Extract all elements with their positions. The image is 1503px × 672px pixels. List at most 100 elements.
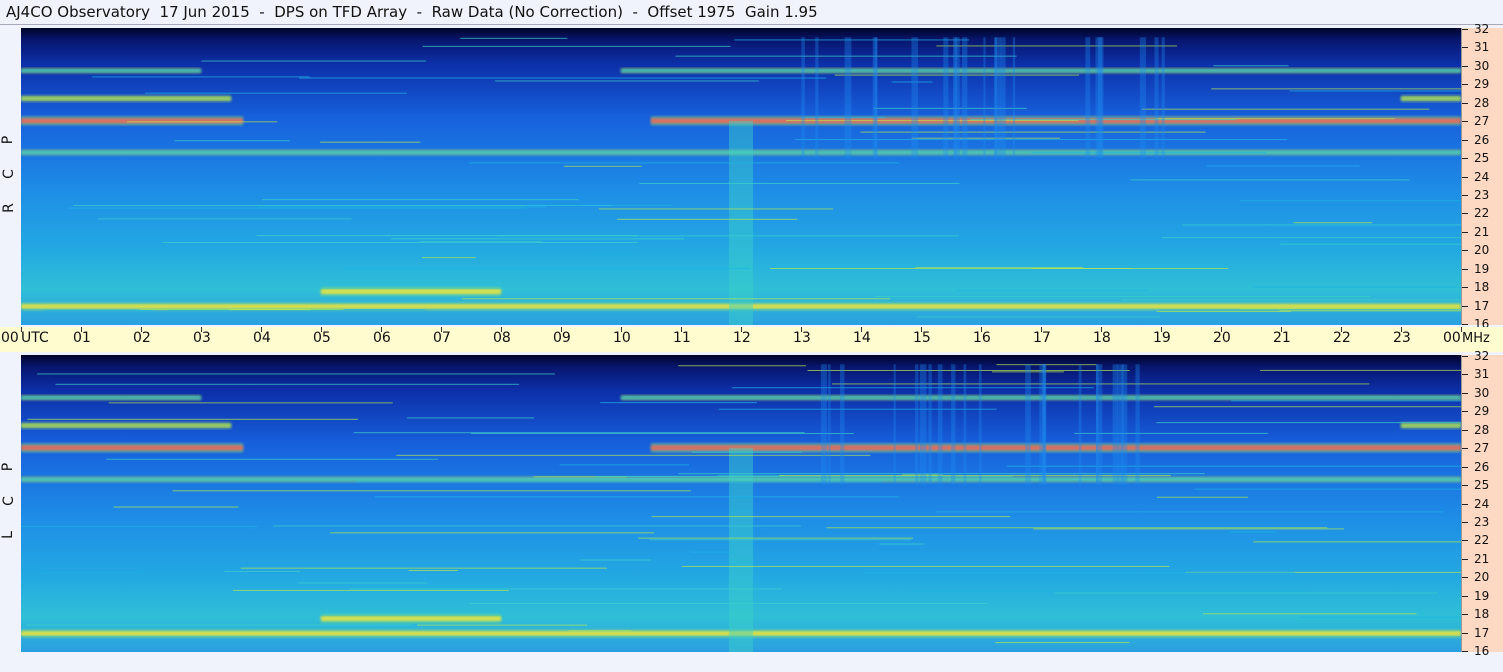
lcp-freq-tick bbox=[1462, 485, 1468, 487]
time-label: 01 bbox=[73, 330, 91, 346]
rcp-vertical-streak bbox=[1097, 37, 1104, 158]
lcp-rfi-line bbox=[330, 532, 655, 534]
rcp-rfi-line bbox=[1289, 90, 1461, 92]
rcp-vertical-streak bbox=[1085, 37, 1091, 158]
lcp-vertical-streak bbox=[919, 364, 927, 485]
rcp-vertical-streak bbox=[1000, 37, 1006, 158]
lcp-rfi-line bbox=[21, 525, 258, 527]
lcp-vertical-streak bbox=[928, 364, 932, 485]
rcp-vertical-streak bbox=[943, 37, 949, 158]
time-label: 23 bbox=[1393, 330, 1411, 346]
lcp-freq-tick bbox=[1462, 558, 1468, 560]
rcp-rfi-line bbox=[598, 208, 834, 210]
time-label: 19 bbox=[1153, 330, 1171, 346]
rcp-rfi-line bbox=[257, 206, 547, 208]
rcp-freq-tick bbox=[1462, 324, 1468, 325]
lcp-band-1-0 bbox=[21, 423, 231, 428]
lcp-rfi-line bbox=[1033, 528, 1344, 530]
lcp-rfi-line bbox=[690, 551, 735, 553]
lcp-freq-label: 27 bbox=[1474, 441, 1490, 456]
lcp-vertical-streak bbox=[1117, 364, 1124, 485]
time-label: 04 bbox=[253, 330, 271, 346]
lcp-rfi-line bbox=[350, 588, 782, 590]
lcp-freq-tick bbox=[1462, 521, 1468, 523]
lcp-side-label: P C L bbox=[0, 355, 20, 652]
time-label: 14 bbox=[853, 330, 871, 346]
rcp-vertical-stripe-6 bbox=[729, 120, 753, 325]
lcp-vertical-streak bbox=[1078, 364, 1082, 485]
lcp-rfi-line bbox=[861, 572, 1295, 574]
rcp-letter-p: P bbox=[0, 135, 17, 145]
rcp-rfi-line bbox=[639, 182, 960, 184]
rcp-vertical-streak bbox=[965, 37, 968, 158]
rcp-rfi-line bbox=[589, 253, 637, 255]
lcp-freq-label: 20 bbox=[1474, 570, 1490, 585]
rcp-rfi-line bbox=[1130, 179, 1410, 181]
lcp-rfi-line bbox=[374, 496, 899, 498]
lcp-rfi-line bbox=[691, 451, 803, 453]
rcp-freq-label: 23 bbox=[1474, 187, 1490, 202]
rcp-rfi-line bbox=[162, 241, 638, 243]
title-divider bbox=[0, 24, 1503, 25]
rcp-rfi-line bbox=[1279, 310, 1461, 312]
rcp-side-label: R C P bbox=[0, 28, 20, 325]
time-axis: 00 01 02 03 04 05 06 07 08 09 10 11 12 13 14 15 16 17 18 19… bbox=[1, 327, 1462, 352]
rcp-rfi-line bbox=[139, 308, 344, 310]
lcp-freq-label: 17 bbox=[1474, 625, 1490, 640]
time-label: 02 bbox=[133, 330, 151, 346]
time-label: 18 bbox=[1093, 330, 1111, 346]
lcp-vertical-streak bbox=[1135, 364, 1140, 485]
time-label: 20 bbox=[1213, 330, 1231, 346]
time-label: 00 bbox=[1, 330, 19, 346]
lcp-vertical-streak bbox=[1025, 364, 1031, 485]
time-label: 17 bbox=[1033, 330, 1051, 346]
lcp-rfi-line bbox=[1006, 465, 1461, 467]
rcp-rfi-line bbox=[1239, 308, 1461, 310]
rcp-vertical-streak bbox=[801, 37, 805, 158]
lcp-rfi-line bbox=[417, 624, 588, 626]
rcp-freq-label: 26 bbox=[1474, 132, 1490, 147]
rcp-rfi-line bbox=[957, 289, 1149, 291]
lcp-rfi-line bbox=[1074, 432, 1268, 434]
lcp-rfi-line bbox=[40, 571, 142, 573]
lcp-freq-tick bbox=[1462, 429, 1468, 431]
rcp-rfi-line bbox=[564, 165, 642, 167]
lcp-freq-label: 16 bbox=[1474, 644, 1490, 658]
lcp-rfi-line bbox=[1153, 406, 1461, 408]
rcp-freq-tick bbox=[1462, 84, 1468, 86]
rcp-rfi-line bbox=[1154, 118, 1395, 120]
time-label: 00 bbox=[1443, 330, 1461, 346]
rcp-rfi-line bbox=[144, 92, 407, 94]
rcp-rfi-line bbox=[1206, 165, 1360, 167]
lcp-rfi-line bbox=[649, 539, 912, 541]
lcp-band-0-1 bbox=[651, 445, 1461, 451]
lcp-freq-tick bbox=[1462, 595, 1468, 597]
rcp-freq-label: 17 bbox=[1474, 298, 1490, 313]
rcp-freq-tick bbox=[1462, 47, 1468, 49]
lcp-rfi-line bbox=[106, 458, 438, 460]
lcp-rfi-line bbox=[909, 591, 1308, 593]
lcp-rfi-line bbox=[355, 481, 883, 483]
lcp-vertical-streak bbox=[1096, 364, 1099, 485]
lcp-rfi-line bbox=[651, 516, 1011, 518]
lcp-letter-l: L bbox=[0, 531, 16, 539]
lcp-rfi-line bbox=[935, 511, 1444, 513]
rcp-band-0-0 bbox=[21, 118, 243, 124]
rcp-rfi-line bbox=[320, 141, 421, 143]
lcp-band-1-1 bbox=[1401, 423, 1461, 428]
lcp-rfi-line bbox=[681, 565, 1170, 567]
lcp-vertical-streak bbox=[828, 364, 831, 485]
rcp-vertical-streak bbox=[962, 37, 966, 158]
lcp-freq-tick bbox=[1462, 392, 1468, 394]
rcp-rfi-line bbox=[44, 310, 153, 312]
time-label: 11 bbox=[673, 330, 691, 346]
lcp-freq-tick bbox=[1462, 503, 1468, 505]
lcp-freq-tick bbox=[1462, 651, 1468, 652]
rcp-vertical-streak bbox=[983, 37, 986, 158]
lcp-band-2-0 bbox=[21, 396, 201, 400]
rcp-rfi-line bbox=[256, 235, 638, 237]
rcp-rfi-line bbox=[422, 45, 731, 47]
lcp-freq-tick bbox=[1462, 466, 1468, 468]
lcp-vertical-streak bbox=[937, 364, 943, 485]
lcp-freq-label: 22 bbox=[1474, 533, 1490, 548]
